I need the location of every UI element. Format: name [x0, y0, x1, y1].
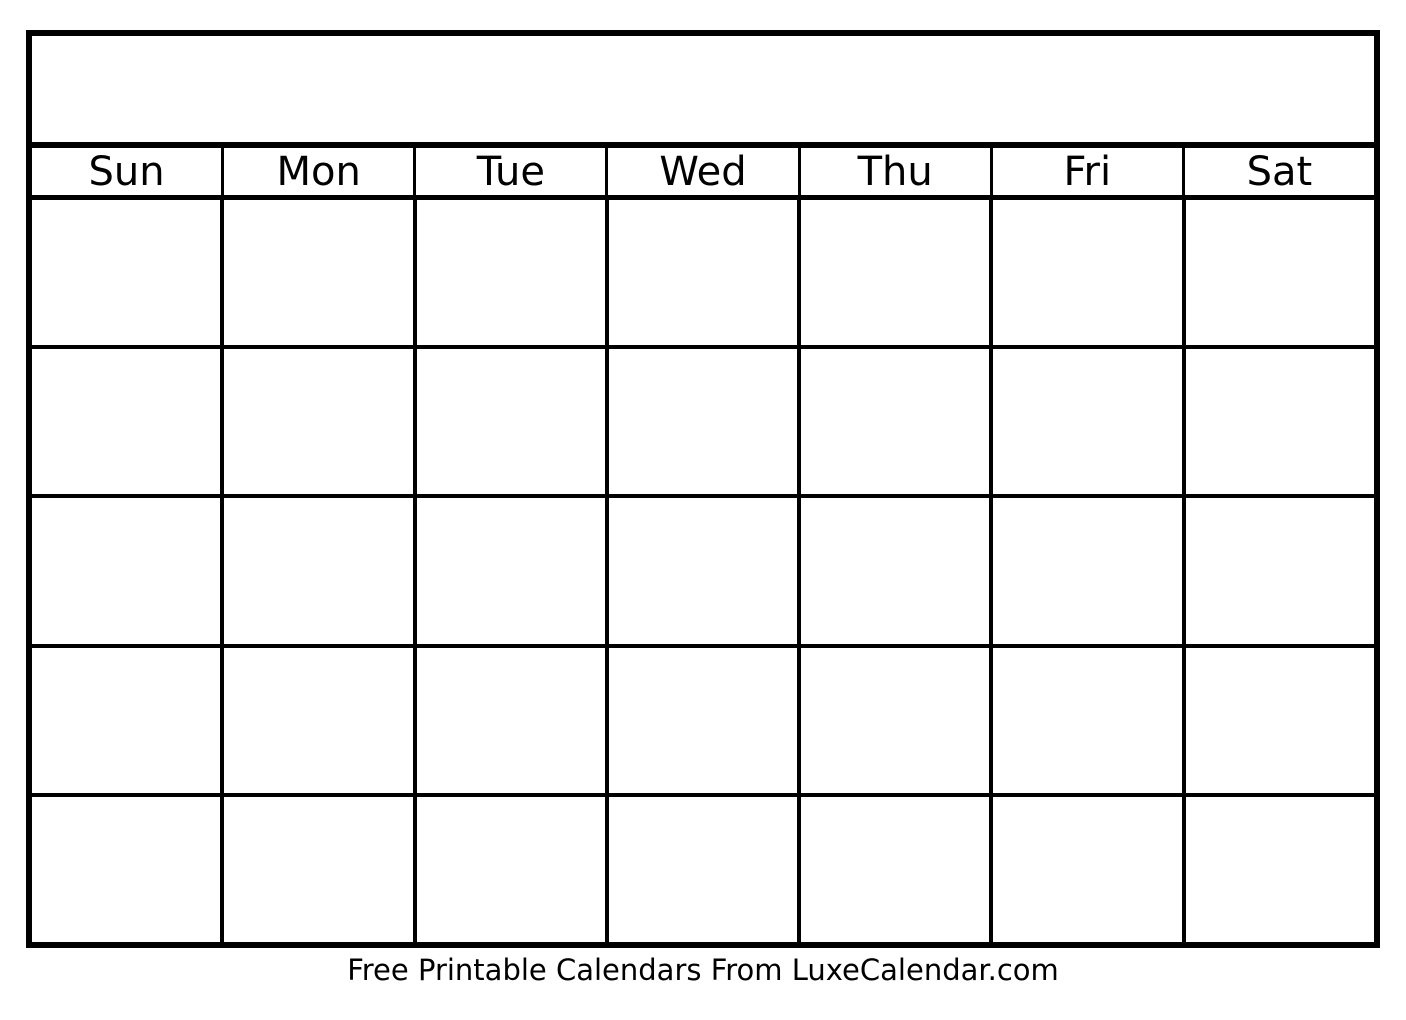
day-cell[interactable]: [993, 498, 1186, 644]
day-cell[interactable]: [224, 647, 417, 793]
weekday-header-tue: Tue: [416, 148, 609, 195]
weekday-header-fri: Fri: [992, 148, 1185, 195]
day-cell[interactable]: [416, 796, 609, 943]
day-cell[interactable]: [608, 796, 802, 943]
footer-credit-text: Free Printable Calendars From LuxeCalend…: [347, 953, 1059, 987]
day-cell[interactable]: [608, 498, 802, 644]
day-cell[interactable]: [416, 647, 609, 793]
day-cell[interactable]: [1185, 647, 1374, 793]
weekday-label: Fri: [1063, 148, 1112, 195]
calendar-grid: Sun Mon Tue Wed Thu Fri Sat: [26, 30, 1380, 948]
day-cell[interactable]: [608, 200, 802, 346]
day-cell[interactable]: [801, 647, 994, 793]
day-cell[interactable]: [993, 200, 1186, 346]
calendar-week-row: [32, 200, 1374, 350]
weekday-label: Wed: [659, 148, 747, 195]
day-cell[interactable]: [801, 796, 994, 943]
day-cell[interactable]: [32, 200, 225, 346]
day-cell[interactable]: [1185, 200, 1374, 346]
day-cell[interactable]: [32, 647, 225, 793]
weekday-label: Sun: [88, 148, 165, 195]
calendar-body: [32, 200, 1374, 943]
day-cell[interactable]: [32, 796, 225, 943]
day-cell[interactable]: [32, 498, 225, 644]
day-cell[interactable]: [608, 349, 802, 495]
weekday-label: Tue: [476, 148, 546, 195]
calendar-page: Sun Mon Tue Wed Thu Fri Sat Free Printab…: [0, 0, 1406, 1020]
weekday-header-wed: Wed: [608, 148, 801, 195]
weekday-header-thu: Thu: [800, 148, 993, 195]
day-cell[interactable]: [416, 200, 609, 346]
day-cell[interactable]: [416, 498, 609, 644]
weekday-label: Sat: [1246, 148, 1313, 195]
weekday-header-sat: Sat: [1184, 148, 1374, 195]
day-cell[interactable]: [993, 349, 1186, 495]
day-cell[interactable]: [801, 200, 994, 346]
day-cell[interactable]: [1185, 349, 1374, 495]
weekday-label: Thu: [857, 148, 933, 195]
day-cell[interactable]: [224, 349, 417, 495]
day-cell[interactable]: [1185, 796, 1374, 943]
day-cell[interactable]: [801, 349, 994, 495]
day-cell[interactable]: [416, 349, 609, 495]
weekday-header-sun: Sun: [32, 148, 225, 195]
calendar-week-row: [32, 647, 1374, 797]
calendar-week-row: [32, 349, 1374, 499]
calendar-week-row: [32, 498, 1374, 648]
day-cell[interactable]: [608, 647, 802, 793]
day-cell[interactable]: [224, 498, 417, 644]
day-cell[interactable]: [993, 796, 1186, 943]
day-cell[interactable]: [224, 796, 417, 943]
day-cell[interactable]: [1185, 498, 1374, 644]
calendar-week-row: [32, 796, 1374, 943]
day-cell[interactable]: [224, 200, 417, 346]
weekday-header-row: Sun Mon Tue Wed Thu Fri Sat: [32, 148, 1374, 200]
day-cell[interactable]: [801, 498, 994, 644]
day-cell[interactable]: [32, 349, 225, 495]
footer: Free Printable Calendars From LuxeCalend…: [0, 953, 1406, 987]
weekday-header-mon: Mon: [224, 148, 417, 195]
calendar-title-block[interactable]: [32, 36, 1374, 148]
day-cell[interactable]: [993, 647, 1186, 793]
weekday-label: Mon: [276, 148, 361, 195]
